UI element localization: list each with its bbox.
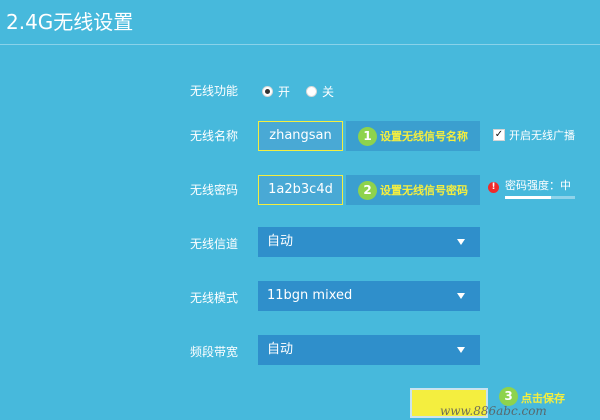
mode-select[interactable]: 11bgn mixed — [258, 281, 480, 311]
password-strength-bar — [505, 196, 575, 199]
bandwidth-label: 频段带宽 — [190, 345, 239, 359]
chevron-down-icon[interactable] — [457, 347, 465, 353]
chevron-down-icon[interactable] — [457, 239, 465, 245]
watermark: www.886abc.com — [440, 404, 547, 418]
password-hint-text: 设置无线信号密码 — [380, 184, 468, 197]
step-2-badge: 2 — [358, 180, 377, 200]
wireless-off-label: 关 — [322, 84, 335, 99]
channel-label: 无线信道 — [190, 237, 239, 251]
password-strength-fill — [505, 196, 552, 199]
channel-value: 自动 — [267, 234, 294, 249]
password-hint-box: 2 设置无线信号密码 — [346, 175, 480, 205]
step-1-badge: 1 — [358, 126, 377, 146]
password-strength-text: 密码强度：中 — [505, 179, 571, 192]
ssid-hint-box: 1 设置无线信号名称 — [346, 121, 480, 151]
wireless-on-label: 开 — [278, 84, 291, 99]
channel-select[interactable]: 自动 — [258, 227, 480, 257]
bandwidth-value: 自动 — [267, 342, 294, 357]
wireless-on-radio[interactable]: 开 — [262, 83, 290, 100]
exclamation-icon: ! — [488, 182, 499, 193]
ssid-input[interactable]: zhangsan — [258, 121, 343, 151]
wireless-function-radio-group: 开 关 — [262, 82, 350, 100]
password-label: 无线密码 — [190, 183, 239, 197]
mode-label: 无线模式 — [190, 291, 239, 305]
chevron-down-icon[interactable] — [457, 293, 465, 299]
wireless-function-label: 无线功能 — [190, 84, 239, 98]
radio-checked-icon[interactable] — [262, 85, 273, 97]
ssid-label: 无线名称 — [190, 129, 239, 143]
ssid-hint-text: 设置无线信号名称 — [380, 130, 468, 143]
wireless-off-radio[interactable]: 关 — [306, 83, 334, 100]
check-icon[interactable]: ✓ — [493, 129, 505, 141]
broadcast-checkbox[interactable]: ✓ 开启无线广播 — [493, 127, 575, 143]
mode-value: 11bgn mixed — [267, 288, 353, 303]
page-title: 2.4G无线设置 — [6, 10, 134, 34]
title-divider — [0, 44, 600, 45]
radio-unchecked-icon[interactable] — [306, 85, 318, 97]
broadcast-label: 开启无线广播 — [509, 129, 575, 142]
bandwidth-select[interactable]: 自动 — [258, 335, 480, 365]
password-input[interactable]: 1a2b3c4d — [258, 175, 343, 205]
